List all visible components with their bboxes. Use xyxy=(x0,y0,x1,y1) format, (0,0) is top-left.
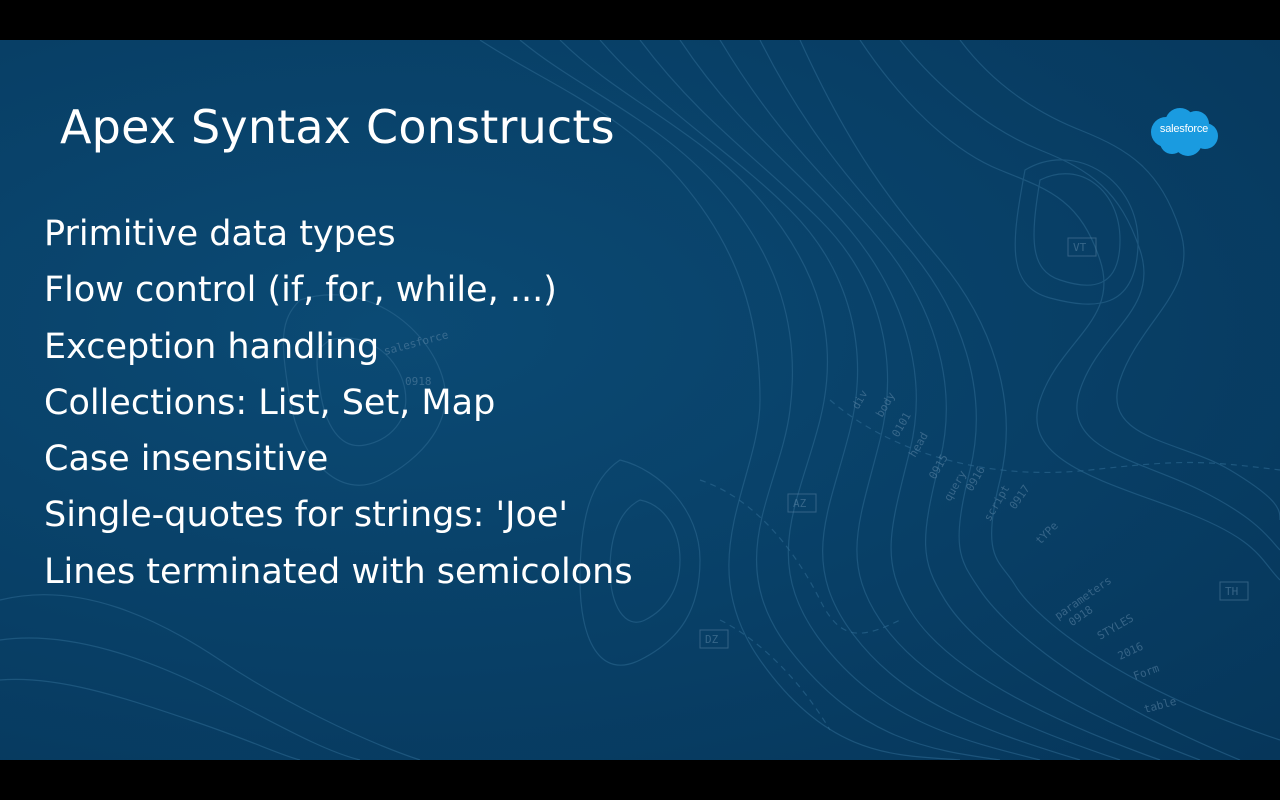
bullet-list: Primitive data types Flow control (if, f… xyxy=(44,206,633,600)
svg-text:TH: TH xyxy=(1225,585,1238,598)
bg-box-dz: DZ xyxy=(699,629,729,649)
bg-label-0101: 0101 xyxy=(889,410,914,439)
list-item: Collections: List, Set, Map xyxy=(44,382,496,423)
letterbox-bottom xyxy=(0,760,1280,800)
bg-label-0917: 0917 xyxy=(1007,483,1033,512)
bg-label-0915: 0915 xyxy=(926,452,951,481)
bg-label-body: body xyxy=(873,390,898,420)
bg-label-type: tYPe xyxy=(1033,519,1061,547)
svg-text:DZ: DZ xyxy=(705,633,719,646)
list-item: Flow control (if, for, while, ...) xyxy=(44,270,557,311)
bg-label-head: head xyxy=(906,430,931,459)
bg-label-form: Form xyxy=(1132,661,1162,682)
bg-label-2016: 2016 xyxy=(1116,640,1146,663)
salesforce-logo: salesforce xyxy=(1148,106,1220,158)
letterbox-top xyxy=(0,0,1280,40)
list-item: Exception handling xyxy=(44,326,380,367)
bg-label-styles: STYLES xyxy=(1095,611,1136,642)
logo-text: salesforce xyxy=(1159,123,1209,135)
list-item: Case insensitive xyxy=(44,439,329,480)
bg-box-th: TH xyxy=(1219,581,1249,601)
svg-text:AZ: AZ xyxy=(793,497,807,510)
list-item: Lines terminated with semicolons xyxy=(44,551,633,592)
bg-label-table: table xyxy=(1142,695,1177,716)
presentation-slide: div body 0101 head 0915 query 0916 scrip… xyxy=(0,40,1280,760)
list-item: Primitive data types xyxy=(44,214,396,254)
list-item: Single-quotes for strings: 'Joe' xyxy=(44,495,569,536)
bg-label-0916: 0916 xyxy=(963,464,988,493)
bg-label-div: div xyxy=(849,387,870,411)
slide-title: Apex Syntax Constructs xyxy=(60,100,615,154)
bg-box-az: AZ xyxy=(787,493,817,513)
svg-text:VT: VT xyxy=(1073,241,1087,254)
